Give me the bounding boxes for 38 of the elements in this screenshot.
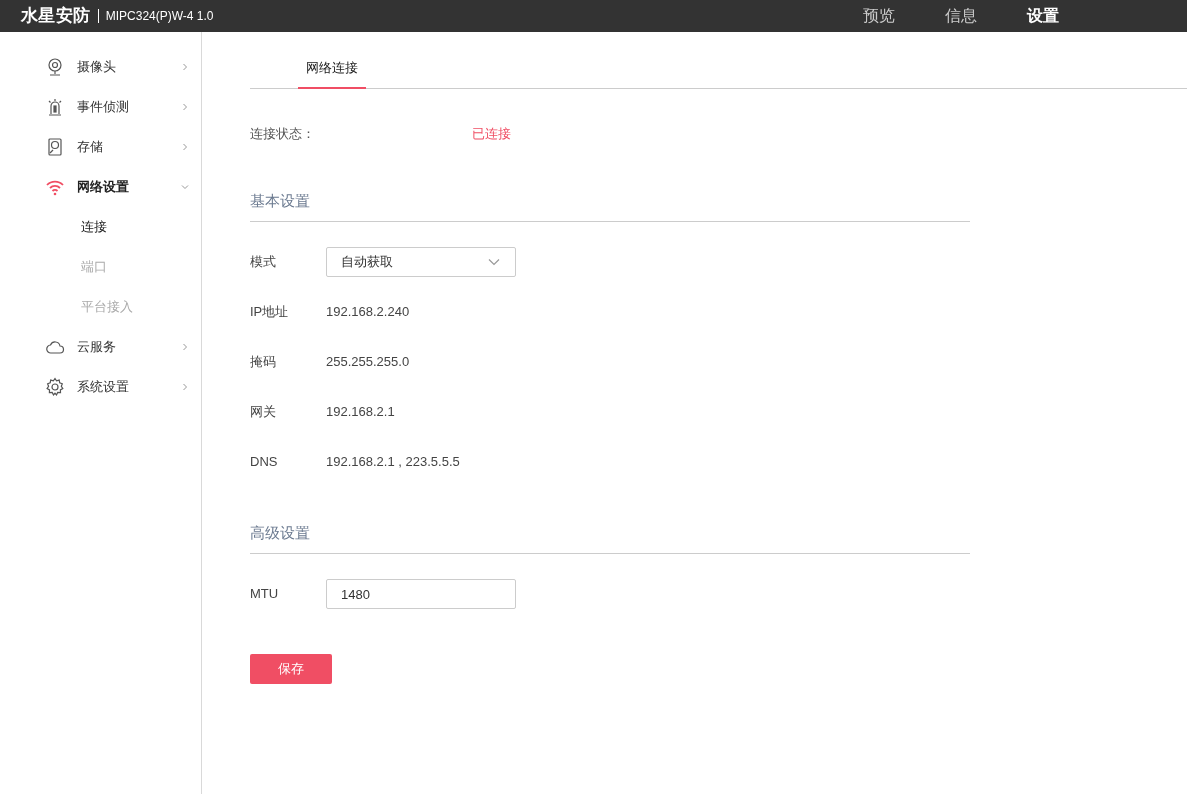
- brand-logo: 水星安防: [21, 5, 91, 28]
- settings-icon: [45, 377, 65, 397]
- field-label: MTU: [250, 585, 280, 604]
- nav-tab[interactable]: 设置: [1027, 4, 1059, 28]
- sidebar-item[interactable]: 云服务: [0, 327, 201, 367]
- tab[interactable]: 网络连接: [298, 58, 366, 89]
- field-value: 192.168.2.1 , 223.5.5.5: [326, 453, 460, 472]
- sidebar-subitem[interactable]: 连接: [0, 207, 201, 247]
- sidebar-item[interactable]: 存储: [0, 127, 201, 167]
- field-label: 掩码: [250, 353, 277, 372]
- field-value: 192.168.2.240: [326, 303, 410, 322]
- nav-tab[interactable]: 预览: [863, 4, 895, 28]
- sidebar-item[interactable]: 系统设置: [0, 367, 201, 407]
- chevron-down-icon: [180, 182, 190, 192]
- field-label: DNS: [250, 453, 279, 472]
- sidebar-item[interactable]: 摄像头: [0, 47, 201, 87]
- webcam-icon: [45, 57, 65, 77]
- input-field[interactable]: 1480: [326, 579, 516, 609]
- field-label: 网关: [250, 403, 277, 422]
- status-value: 已连接: [472, 125, 511, 144]
- section-title: 基本设置: [250, 192, 310, 209]
- save-button[interactable]: 保存: [250, 654, 332, 684]
- chevron-right-icon: [180, 142, 190, 152]
- model-name: MIPC324(P)W-4 1.0: [105, 8, 214, 25]
- status-label: 连接状态：: [250, 125, 316, 144]
- mode-dropdown[interactable]: 自动获取: [326, 247, 516, 277]
- chevron-right-icon: [180, 382, 190, 392]
- sidebar-item[interactable]: 事件侦测: [0, 87, 201, 127]
- chevron-right-icon: [180, 342, 190, 352]
- chevron-right-icon: [180, 102, 190, 112]
- chevron-right-icon: [180, 62, 190, 72]
- field-label: IP地址: [250, 303, 290, 322]
- field-label: 模式: [250, 253, 277, 272]
- field-value: 192.168.2.1: [326, 403, 395, 422]
- field-value: 255.255.255.0: [326, 353, 410, 372]
- section-title: 高级设置: [250, 524, 310, 541]
- sidebar-item[interactable]: 网络设置: [0, 167, 201, 207]
- nav-tab[interactable]: 信息: [945, 4, 977, 28]
